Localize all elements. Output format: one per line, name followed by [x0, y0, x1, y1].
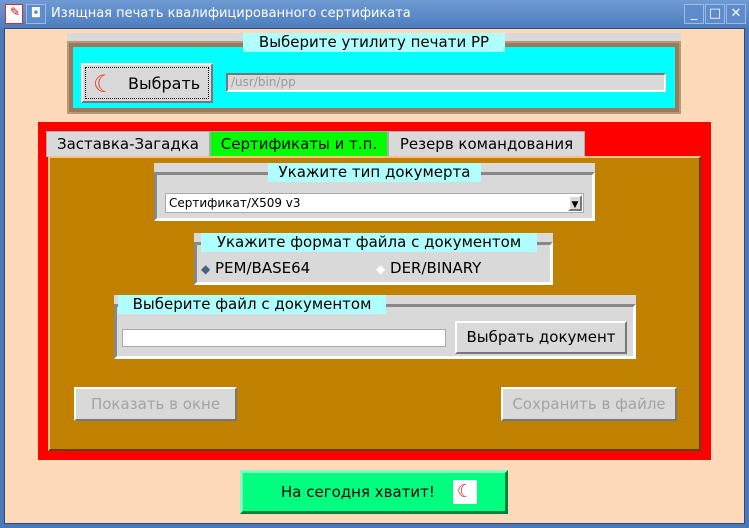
tab-zastavka[interactable]: Заставка-Загадка — [46, 131, 210, 157]
choose-printer-label: Выбрать — [128, 74, 201, 93]
doc-type-value: Сертификат/X509 v3 — [169, 196, 301, 210]
radio-der-label: DER/BINARY — [390, 259, 482, 277]
window-menu-icon[interactable]: ◘ — [26, 4, 46, 24]
quit-button[interactable]: На сегодня хватит! ☾ — [240, 470, 508, 514]
app-icon: ✎ — [5, 4, 23, 24]
save-to-file-button[interactable]: Сохранить в файле — [501, 387, 677, 421]
radio-selected-icon: ◆ — [201, 262, 211, 276]
flame-icon: ☾ — [93, 70, 115, 98]
choose-printer-button[interactable]: ☾ Выбрать — [81, 63, 213, 103]
file-label: Выберите файл с документом — [118, 295, 386, 314]
radio-pem-label: PEM/BASE64 — [215, 259, 311, 277]
tab-reserve[interactable]: Резерв командования — [388, 131, 585, 157]
radio-pem[interactable]: ◆ PEM/BASE64 — [201, 259, 310, 277]
file-path-input[interactable] — [122, 329, 446, 347]
close-button[interactable]: ✕ — [726, 4, 746, 24]
quit-label: На сегодня хватит! — [281, 483, 435, 501]
choose-document-button[interactable]: Выбрать документ — [455, 321, 627, 354]
title-bar: ✎ ◘ Изящная печать квалифицированного се… — [0, 0, 749, 28]
format-label: Укажите формат файла с документом — [201, 233, 537, 252]
maximize-button[interactable]: □ — [705, 4, 725, 24]
radio-der[interactable]: ◆ DER/BINARY — [376, 259, 481, 277]
printer-path-input[interactable]: /usr/bin/pp — [226, 73, 666, 92]
radio-unselected-icon: ◆ — [376, 262, 386, 276]
tab-certificates[interactable]: Сертификаты и т.п. — [210, 131, 388, 157]
chevron-down-icon[interactable]: ▼ — [568, 195, 582, 211]
printer-frame-label: Выберите утилиту печати PP — [243, 33, 505, 52]
doc-type-label: Укажите тип докумерта — [268, 163, 481, 182]
show-in-window-button[interactable]: Показать в окне — [74, 387, 237, 421]
window-title: Изящная печать квалифицированного сертиф… — [51, 6, 411, 21]
minimize-button[interactable]: _ — [684, 4, 704, 24]
doc-type-combobox[interactable]: Сертификат/X509 v3 ▼ — [165, 193, 584, 213]
flame-icon: ☾ — [453, 480, 477, 504]
